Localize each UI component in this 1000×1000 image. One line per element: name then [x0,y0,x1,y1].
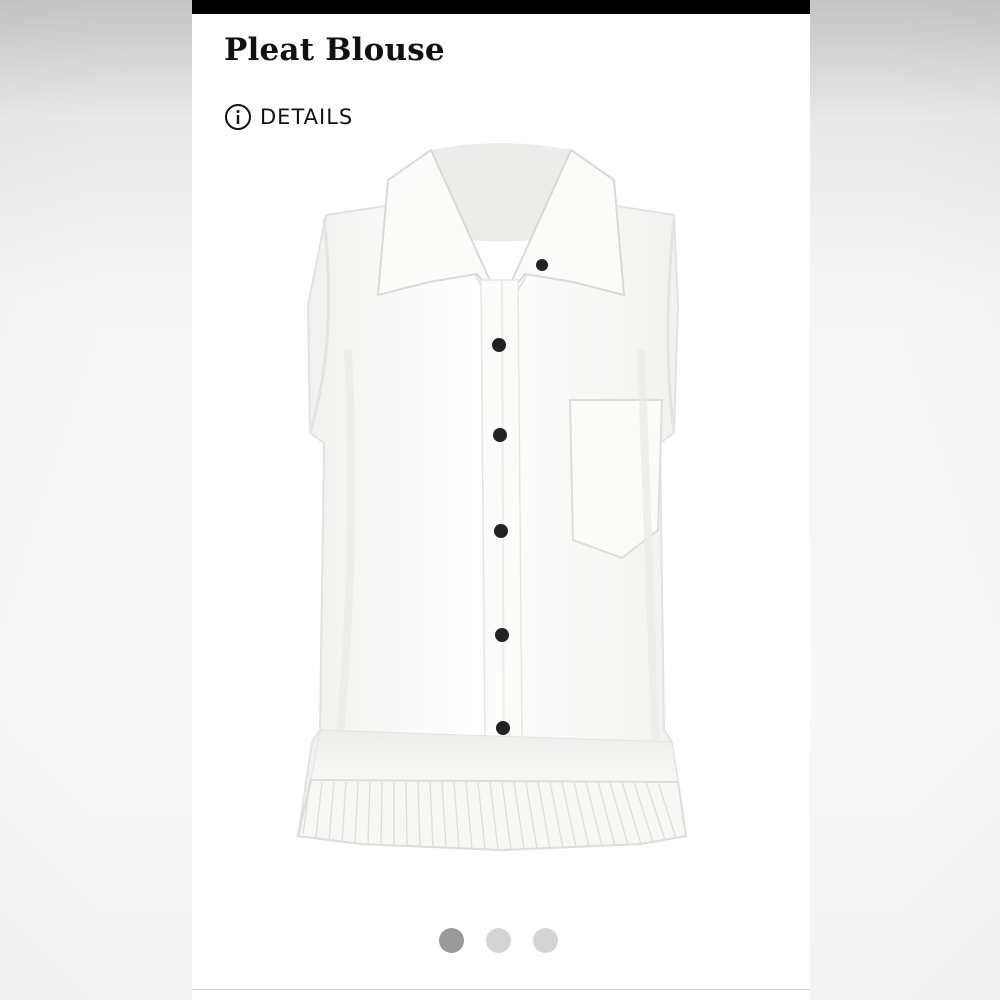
carousel-dot-2[interactable] [486,928,511,953]
background-blur-right [808,0,1000,1000]
details-label: DETAILS [260,105,354,129]
background-blur-left [0,0,192,1000]
button-1 [536,259,548,271]
carousel-dot-3[interactable] [533,928,558,953]
details-button[interactable]: DETAILS [224,103,353,131]
info-circle-icon [225,104,251,130]
carousel-dot-1[interactable] [439,928,464,953]
product-image[interactable] [276,130,726,860]
button-6 [496,721,510,735]
button-2 [492,338,506,352]
image-carousel-indicator [439,928,558,953]
status-bar [192,0,810,14]
button-3 [493,428,507,442]
button-4 [494,524,508,538]
bottom-divider [192,989,810,990]
button-5 [495,628,509,642]
product-title: Pleat Blouse [224,32,445,68]
product-screen: Pleat Blouse DETAILS [192,0,810,1000]
